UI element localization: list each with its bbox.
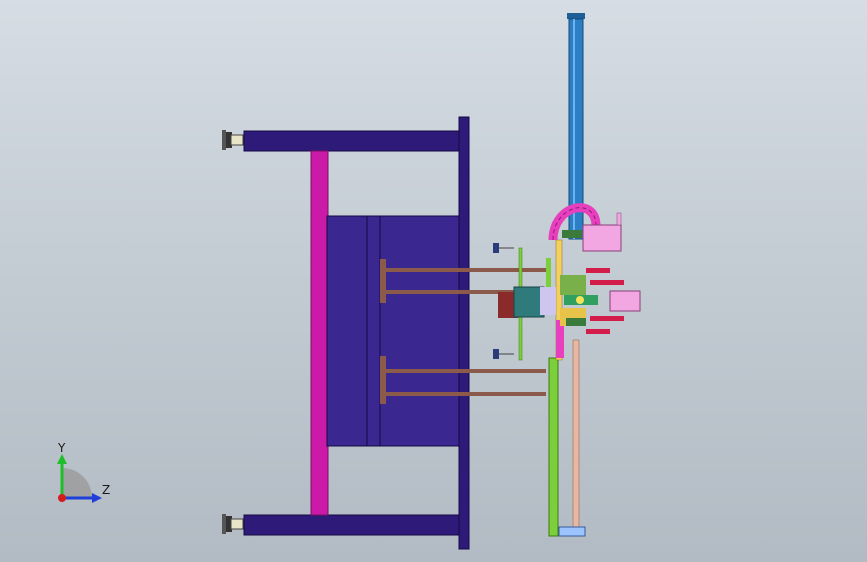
mold-block [326, 215, 460, 447]
y-axis-label: Y [58, 441, 66, 455]
slide-rail [572, 339, 580, 531]
frame-top-beam [243, 130, 461, 152]
cad-viewport[interactable]: Y Z [0, 0, 867, 562]
frame-bottom-beam [243, 514, 461, 536]
leveling-foot-bottom [222, 514, 244, 534]
axis-triad: Y Z [40, 440, 120, 510]
z-axis-label: Z [102, 483, 111, 497]
leveling-foot-top [222, 130, 244, 150]
magenta-post [310, 150, 329, 516]
nozzle-bottom [493, 349, 514, 359]
nozzle-top [493, 243, 514, 253]
green-support-plate [548, 357, 559, 537]
motor-box [582, 224, 622, 252]
frame-vertical-plate [458, 116, 470, 550]
machine-assembly-drawing[interactable] [0, 0, 867, 562]
axis-triad-graphic [57, 454, 102, 503]
